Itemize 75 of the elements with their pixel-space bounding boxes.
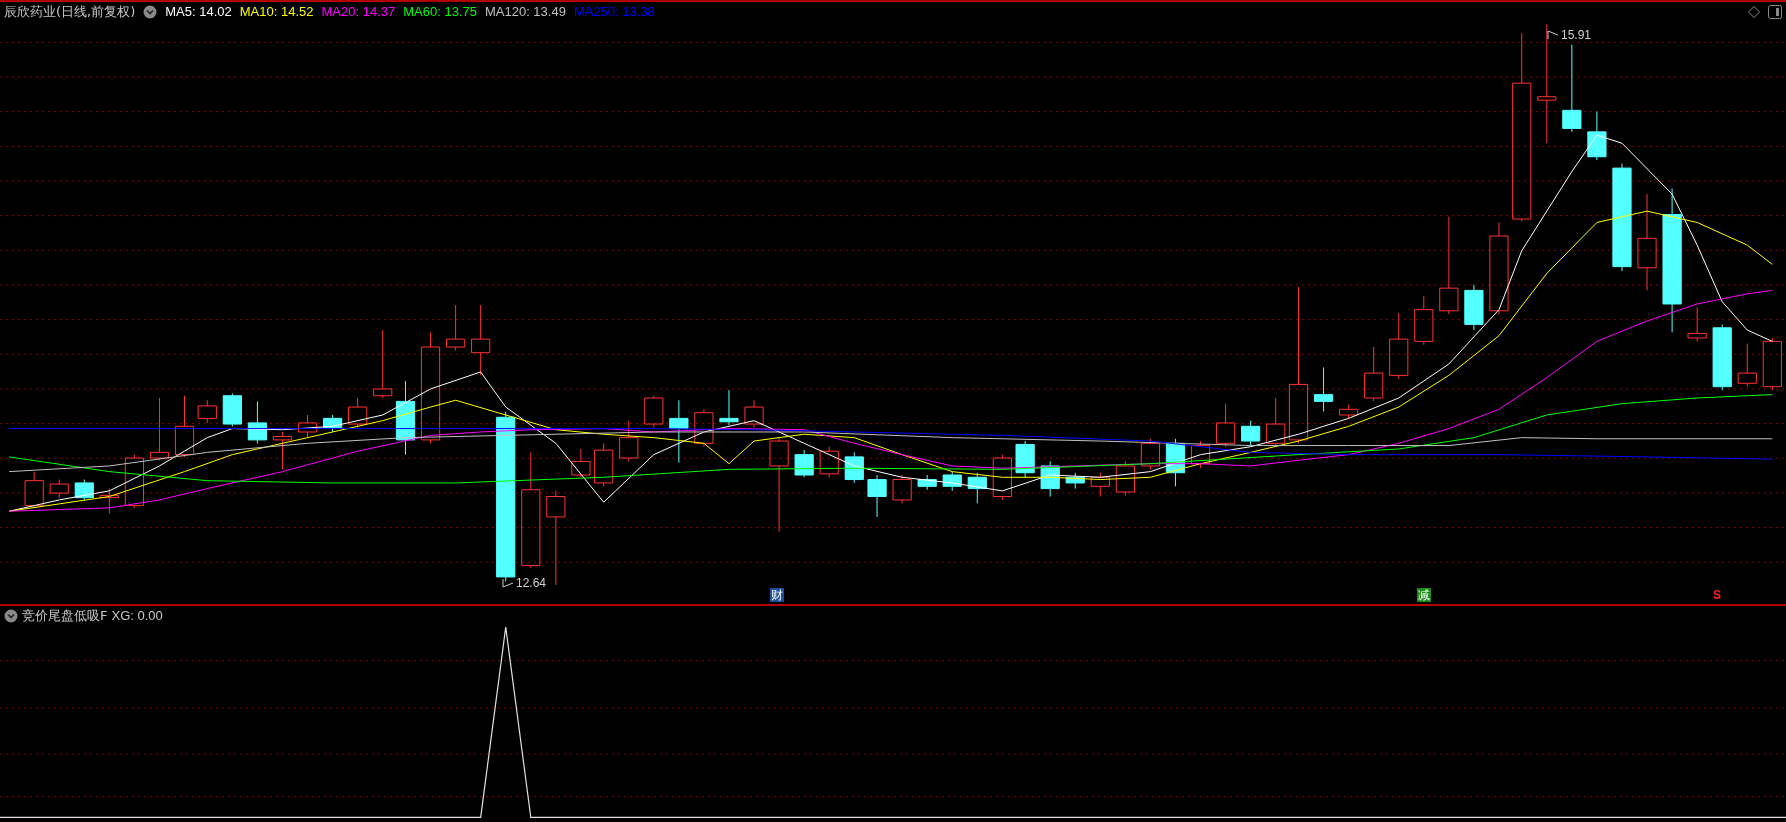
candlestick (297, 414, 318, 439)
candlestick (348, 397, 368, 428)
candlestick (1712, 323, 1732, 391)
candlestick (222, 392, 242, 427)
leader-line (1547, 30, 1559, 40)
candlestick (1339, 404, 1359, 419)
candlestick (174, 395, 195, 458)
candlestick (272, 431, 293, 470)
panel-toggle-icon[interactable] (1768, 5, 1782, 19)
candlestick (1762, 337, 1782, 391)
candlestick (149, 397, 170, 461)
candlestick (1140, 438, 1161, 470)
sell-signal[interactable]: S (1713, 588, 1721, 602)
event-badge[interactable]: 财 (770, 588, 784, 602)
candlestick (669, 399, 689, 464)
candlestick (1464, 284, 1484, 331)
dropdown-icon[interactable] (143, 5, 158, 19)
candlestick (844, 451, 864, 484)
candlestick (1389, 312, 1409, 380)
candlestick (1090, 472, 1110, 498)
candlestick (124, 454, 144, 509)
event-badge[interactable]: 减 (1417, 588, 1431, 602)
candlestick (1040, 460, 1060, 498)
candlestick (1687, 306, 1707, 342)
ma-readout: MA10: 14.52 (239, 3, 314, 22)
candlestick (1241, 420, 1261, 447)
leader-line (502, 578, 514, 588)
candlestick (644, 395, 664, 428)
candlestick (247, 400, 268, 444)
candlestick (373, 329, 393, 399)
candlestick (74, 479, 94, 501)
indicator-readout: XG: 0.00 (111, 607, 163, 626)
candlestick (1165, 438, 1186, 487)
candlestick (719, 389, 739, 426)
candlestick (1190, 440, 1211, 469)
candlestick (471, 304, 491, 376)
dropdown-icon[interactable] (4, 609, 18, 623)
candlestick (917, 474, 937, 491)
high-price-label: 15.91 (1561, 27, 1592, 44)
indicator-title: 竞价尾盘低吸F (22, 607, 108, 626)
ma-readout: MA120: 13.49 (484, 3, 566, 22)
ma-readout: MA5: 14.02 (165, 3, 232, 22)
candlestick (1364, 346, 1384, 402)
candlestick (992, 454, 1012, 501)
chart-title: 辰欣药业(日线,前复权) (4, 3, 136, 22)
candlestick (49, 479, 69, 499)
candlestick (197, 399, 217, 424)
candlestick (24, 471, 44, 509)
candlestick (619, 420, 639, 462)
candlestick (1216, 403, 1236, 448)
candlestick (1737, 343, 1757, 388)
candlestick (99, 488, 119, 514)
ma-readout: MA20: 14.37 (321, 3, 396, 22)
candlestick (446, 304, 466, 351)
candlestick (1266, 397, 1286, 448)
candlestick (1065, 472, 1085, 490)
ma-readout: MA60: 13.75 (403, 3, 477, 22)
candlestick (1015, 440, 1035, 478)
candlestick (1587, 110, 1607, 161)
candlestick (694, 408, 714, 448)
candlestick (892, 474, 912, 504)
candlestick (594, 442, 614, 487)
candlestick (1414, 295, 1434, 346)
candlestick (571, 448, 591, 478)
low-price-label: 12.64 (516, 575, 547, 592)
candlestick (967, 472, 987, 504)
candlestick (794, 449, 814, 478)
candlestick (323, 414, 343, 433)
candlestick (744, 399, 764, 428)
candlestick (942, 471, 962, 492)
candlestick (1313, 366, 1334, 413)
ma-readout: MA250: 13.38 (573, 3, 655, 22)
candlestick (1115, 460, 1135, 496)
candlestick (867, 474, 887, 518)
candlestick (819, 446, 839, 478)
